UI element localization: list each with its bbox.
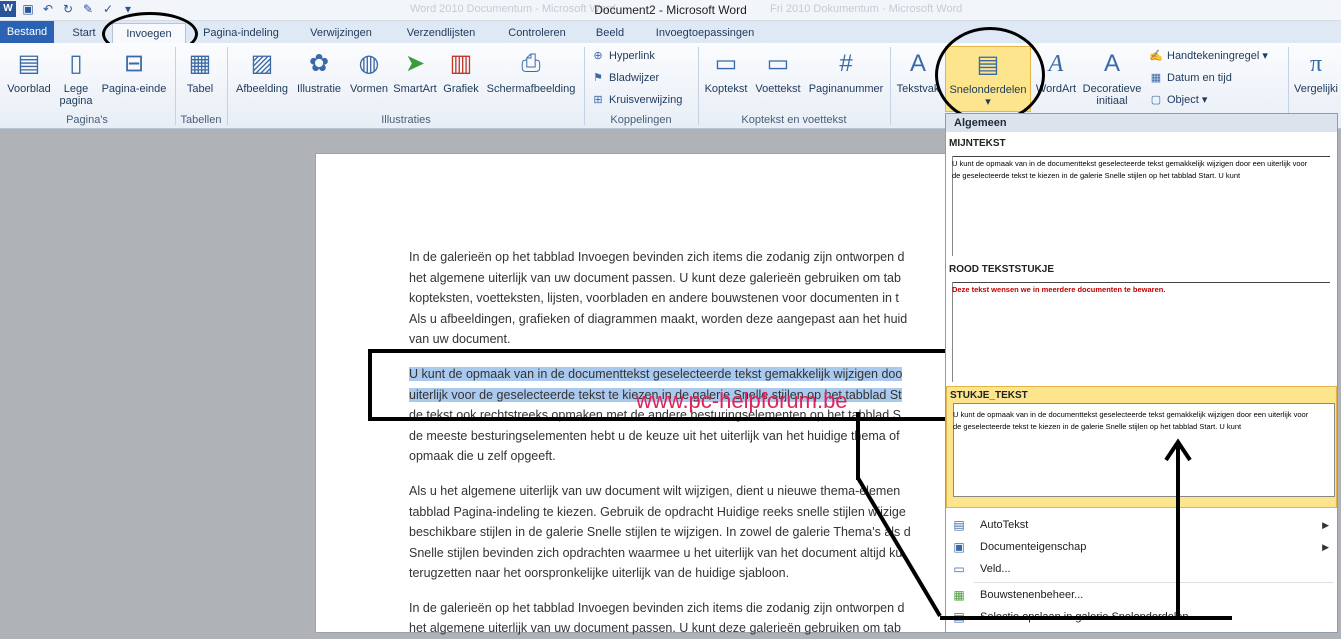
annotation-arrow <box>856 438 1232 620</box>
